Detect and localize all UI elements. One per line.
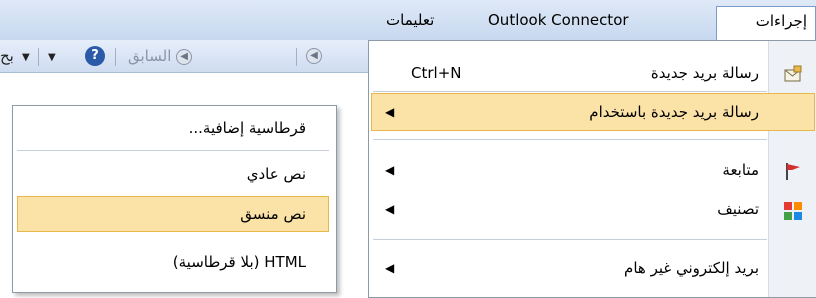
submenu-item-plain-text[interactable]: نص عادي — [247, 156, 306, 192]
menu-separator — [373, 239, 767, 240]
submenu-item-more-stationery[interactable]: قرطاسية إضافية... — [189, 110, 306, 146]
submenu-arrow-icon: ◀ — [385, 202, 395, 216]
menu-separator — [373, 91, 767, 92]
forward-arrow-icon[interactable]: ◀ — [306, 48, 322, 64]
categorize-icon — [784, 202, 802, 220]
back-button[interactable]: ◀ السابق — [128, 44, 193, 68]
menu-separator — [17, 150, 329, 151]
toolbar-separator — [38, 48, 39, 66]
shortcut-text: Ctrl+N — [411, 64, 462, 82]
menu-item-follow-up[interactable]: ◀ متابعة — [369, 152, 769, 188]
back-label: السابق — [128, 47, 172, 65]
submenu-item-html[interactable]: HTML (بلا قرطاسية) — [173, 244, 306, 280]
menu-bar: تعليمات Outlook Connector إجراءات — [0, 0, 816, 41]
menubar-actions[interactable]: إجراءات — [716, 6, 816, 40]
help-icon[interactable]: ? — [85, 46, 105, 66]
new-mail-using-submenu: قرطاسية إضافية... نص عادي نص منسق HTML (… — [12, 105, 337, 293]
toolbar: بح ▼ ▼ ? ◀ السابق ◀ — [0, 40, 370, 73]
toolbar-separator — [115, 48, 116, 66]
search-dropdown-icon[interactable]: ▼ — [22, 52, 30, 63]
toolbar-separator — [296, 48, 297, 66]
submenu-item-rich-text[interactable]: نص منسق — [240, 196, 306, 232]
menu-item-label: رسالة بريد جديدة باستخدام — [589, 103, 759, 121]
menu-item-label: بريد إلكتروني غير هام — [624, 259, 759, 277]
follow-up-flag-icon — [786, 163, 800, 180]
actions-menu: Ctrl+N رسالة بريد جديدة ◀ رسالة بريد جدي… — [368, 40, 816, 298]
menubar-outlook-connector[interactable]: Outlook Connector — [480, 6, 637, 34]
menu-item-new-mail-using[interactable]: ◀ رسالة بريد جديدة باستخدام — [369, 94, 769, 130]
options-dropdown-icon[interactable]: ▼ — [48, 52, 56, 63]
menu-separator — [373, 139, 767, 140]
submenu-arrow-icon: ◀ — [385, 261, 395, 275]
menu-item-label: متابعة — [722, 161, 759, 179]
menu-item-label: رسالة بريد جديدة — [650, 64, 759, 82]
menu-item-junk-mail[interactable]: ◀ بريد إلكتروني غير هام — [369, 250, 769, 286]
back-arrow-icon: ◀ — [176, 48, 193, 65]
search-partial-text: بح — [0, 47, 14, 65]
submenu-arrow-icon: ◀ — [385, 105, 395, 119]
menu-item-new-mail[interactable]: Ctrl+N رسالة بريد جديدة — [369, 55, 769, 91]
submenu-arrow-icon: ◀ — [385, 163, 395, 177]
menu-item-label: تصنيف — [717, 200, 759, 218]
menu-item-categorize[interactable]: ◀ تصنيف — [369, 191, 769, 227]
menubar-help[interactable]: تعليمات — [378, 6, 442, 34]
new-mail-icon — [784, 65, 802, 82]
